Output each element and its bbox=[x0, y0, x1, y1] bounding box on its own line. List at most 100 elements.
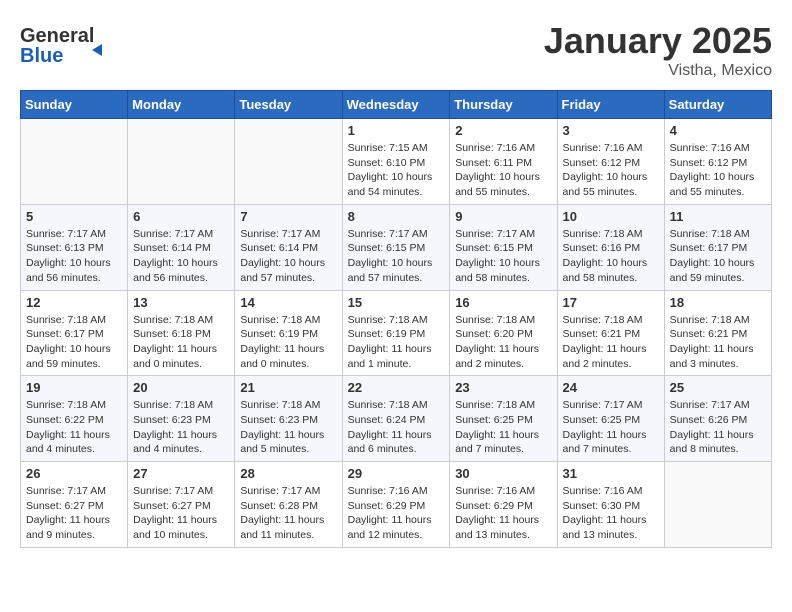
day-number: 6 bbox=[133, 209, 229, 224]
calendar-cell bbox=[664, 462, 771, 548]
calendar-cell: 2Sunrise: 7:16 AMSunset: 6:11 PMDaylight… bbox=[450, 119, 557, 205]
day-info: Sunrise: 7:18 AMSunset: 6:25 PMDaylight:… bbox=[455, 398, 551, 457]
calendar-cell: 7Sunrise: 7:17 AMSunset: 6:14 PMDaylight… bbox=[235, 204, 342, 290]
calendar-header-sunday: Sunday bbox=[21, 91, 128, 119]
day-number: 12 bbox=[26, 295, 122, 310]
calendar-cell: 13Sunrise: 7:18 AMSunset: 6:18 PMDayligh… bbox=[128, 290, 235, 376]
day-number: 30 bbox=[455, 466, 551, 481]
day-number: 11 bbox=[670, 209, 766, 224]
day-info: Sunrise: 7:18 AMSunset: 6:23 PMDaylight:… bbox=[240, 398, 336, 457]
calendar-week-row: 5Sunrise: 7:17 AMSunset: 6:13 PMDaylight… bbox=[21, 204, 772, 290]
calendar-cell: 19Sunrise: 7:18 AMSunset: 6:22 PMDayligh… bbox=[21, 376, 128, 462]
day-info: Sunrise: 7:18 AMSunset: 6:18 PMDaylight:… bbox=[133, 313, 229, 372]
location-subtitle: Vistha, Mexico bbox=[544, 62, 772, 80]
calendar-cell: 14 Sunrise: 7:18 AMSunset: 6:19 PMDayligh… bbox=[235, 290, 342, 376]
day-info: Sunrise: 7:18 AMSunset: 6:23 PMDaylight:… bbox=[133, 398, 229, 457]
calendar-cell: 10Sunrise: 7:18 AMSunset: 6:16 PMDayligh… bbox=[557, 204, 664, 290]
calendar-cell: 15 Sunrise: 7:18 AMSunset: 6:19 PMDayligh… bbox=[342, 290, 450, 376]
day-info: Sunrise: 7:18 AMSunset: 6:21 PMDaylight:… bbox=[670, 313, 766, 372]
day-info: Sunrise: 7:16 AMSunset: 6:12 PMDaylight:… bbox=[670, 141, 766, 200]
calendar-cell: 23 Sunrise: 7:18 AMSunset: 6:25 PMDayligh… bbox=[450, 376, 557, 462]
day-info: Sunrise: 7:16 AMSunset: 6:11 PMDaylight:… bbox=[455, 141, 551, 200]
calendar-cell: 3Sunrise: 7:16 AMSunset: 6:12 PMDaylight… bbox=[557, 119, 664, 205]
day-info: Sunrise: 7:17 AMSunset: 6:14 PMDaylight:… bbox=[240, 227, 336, 286]
calendar-header-tuesday: Tuesday bbox=[235, 91, 342, 119]
page-header: General Blue January 2025 Vistha, Mexico bbox=[20, 20, 772, 80]
calendar-header-saturday: Saturday bbox=[664, 91, 771, 119]
day-number: 18 bbox=[670, 295, 766, 310]
day-number: 3 bbox=[563, 123, 659, 138]
calendar-cell: 12Sunrise: 7:18 AMSunset: 6:17 PMDayligh… bbox=[21, 290, 128, 376]
day-number: 28 bbox=[240, 466, 336, 481]
logo: General Blue bbox=[20, 20, 110, 70]
calendar-cell: 1Sunrise: 7:15 AMSunset: 6:10 PMDaylight… bbox=[342, 119, 450, 205]
calendar-table: SundayMondayTuesdayWednesdayThursdayFrid… bbox=[20, 90, 772, 548]
day-number: 14 bbox=[240, 295, 336, 310]
svg-text:General: General bbox=[20, 25, 94, 47]
calendar-cell: 8 Sunrise: 7:17 AMSunset: 6:15 PMDaylight… bbox=[342, 204, 450, 290]
day-info: Sunrise: 7:18 AMSunset: 6:17 PMDaylight:… bbox=[670, 227, 766, 286]
calendar-cell: 18 Sunrise: 7:18 AMSunset: 6:21 PMDayligh… bbox=[664, 290, 771, 376]
calendar-cell: 17 Sunrise: 7:18 AMSunset: 6:21 PMDayligh… bbox=[557, 290, 664, 376]
calendar-week-row: 26Sunrise: 7:17 AMSunset: 6:27 PMDayligh… bbox=[21, 462, 772, 548]
day-info: Sunrise: 7:17 AMSunset: 6:15 PMDaylight:… bbox=[455, 227, 551, 286]
day-info: Sunrise: 7:16 AMSunset: 6:29 PMDaylight:… bbox=[348, 484, 445, 543]
day-number: 10 bbox=[563, 209, 659, 224]
calendar-cell: 6 Sunrise: 7:17 AMSunset: 6:14 PMDaylight… bbox=[128, 204, 235, 290]
day-info: Sunrise: 7:17 AMSunset: 6:27 PMDaylight:… bbox=[133, 484, 229, 543]
calendar-cell bbox=[128, 119, 235, 205]
day-number: 16 bbox=[455, 295, 551, 310]
calendar-cell: 24 Sunrise: 7:17 AMSunset: 6:25 PMDayligh… bbox=[557, 376, 664, 462]
calendar-cell: 29 Sunrise: 7:16 AMSunset: 6:29 PMDayligh… bbox=[342, 462, 450, 548]
day-number: 20 bbox=[133, 380, 229, 395]
day-number: 31 bbox=[563, 466, 659, 481]
day-number: 9 bbox=[455, 209, 551, 224]
title-area: January 2025 Vistha, Mexico bbox=[544, 20, 772, 80]
day-number: 22 bbox=[348, 380, 445, 395]
calendar-cell: 5Sunrise: 7:17 AMSunset: 6:13 PMDaylight… bbox=[21, 204, 128, 290]
day-number: 15 bbox=[348, 295, 445, 310]
day-info: Sunrise: 7:17 AMSunset: 6:14 PMDaylight:… bbox=[133, 227, 229, 286]
day-info: Sunrise: 7:17 AMSunset: 6:26 PMDaylight:… bbox=[670, 398, 766, 457]
calendar-cell: 25 Sunrise: 7:17 AMSunset: 6:26 PMDayligh… bbox=[664, 376, 771, 462]
day-number: 4 bbox=[670, 123, 766, 138]
calendar-cell: 22 Sunrise: 7:18 AMSunset: 6:24 PMDayligh… bbox=[342, 376, 450, 462]
logo-icon: General Blue bbox=[20, 20, 110, 70]
calendar-cell: 28 Sunrise: 7:17 AMSunset: 6:28 PMDayligh… bbox=[235, 462, 342, 548]
day-number: 21 bbox=[240, 380, 336, 395]
calendar-cell: 9 Sunrise: 7:17 AMSunset: 6:15 PMDaylight… bbox=[450, 204, 557, 290]
day-number: 29 bbox=[348, 466, 445, 481]
day-info: Sunrise: 7:17 AMSunset: 6:27 PMDaylight:… bbox=[26, 484, 122, 543]
calendar-cell: 30 Sunrise: 7:16 AMSunset: 6:29 PMDayligh… bbox=[450, 462, 557, 548]
day-info: Sunrise: 7:17 AMSunset: 6:25 PMDaylight:… bbox=[563, 398, 659, 457]
day-number: 23 bbox=[455, 380, 551, 395]
day-number: 27 bbox=[133, 466, 229, 481]
day-info: Sunrise: 7:18 AMSunset: 6:19 PMDaylight:… bbox=[240, 313, 336, 372]
day-number: 17 bbox=[563, 295, 659, 310]
calendar-week-row: 19Sunrise: 7:18 AMSunset: 6:22 PMDayligh… bbox=[21, 376, 772, 462]
calendar-header-row: SundayMondayTuesdayWednesdayThursdayFrid… bbox=[21, 91, 772, 119]
calendar-cell: 21 Sunrise: 7:18 AMSunset: 6:23 PMDayligh… bbox=[235, 376, 342, 462]
calendar-cell: 4 Sunrise: 7:16 AMSunset: 6:12 PMDaylight… bbox=[664, 119, 771, 205]
day-info: Sunrise: 7:18 AMSunset: 6:21 PMDaylight:… bbox=[563, 313, 659, 372]
calendar-week-row: 12Sunrise: 7:18 AMSunset: 6:17 PMDayligh… bbox=[21, 290, 772, 376]
calendar-header-wednesday: Wednesday bbox=[342, 91, 450, 119]
day-number: 8 bbox=[348, 209, 445, 224]
day-info: Sunrise: 7:18 AMSunset: 6:20 PMDaylight:… bbox=[455, 313, 551, 372]
calendar-cell: 31Sunrise: 7:16 AMSunset: 6:30 PMDayligh… bbox=[557, 462, 664, 548]
day-number: 25 bbox=[670, 380, 766, 395]
calendar-cell: 11 Sunrise: 7:18 AMSunset: 6:17 PMDayligh… bbox=[664, 204, 771, 290]
calendar-cell: 27 Sunrise: 7:17 AMSunset: 6:27 PMDayligh… bbox=[128, 462, 235, 548]
day-number: 24 bbox=[563, 380, 659, 395]
day-number: 5 bbox=[26, 209, 122, 224]
day-info: Sunrise: 7:17 AMSunset: 6:15 PMDaylight:… bbox=[348, 227, 445, 286]
day-info: Sunrise: 7:18 AMSunset: 6:19 PMDaylight:… bbox=[348, 313, 445, 372]
calendar-cell: 20 Sunrise: 7:18 AMSunset: 6:23 PMDayligh… bbox=[128, 376, 235, 462]
day-info: Sunrise: 7:16 AMSunset: 6:29 PMDaylight:… bbox=[455, 484, 551, 543]
svg-text:Blue: Blue bbox=[20, 45, 63, 67]
day-info: Sunrise: 7:15 AMSunset: 6:10 PMDaylight:… bbox=[348, 141, 445, 200]
calendar-cell: 26Sunrise: 7:17 AMSunset: 6:27 PMDayligh… bbox=[21, 462, 128, 548]
day-info: Sunrise: 7:18 AMSunset: 6:22 PMDaylight:… bbox=[26, 398, 122, 457]
day-info: Sunrise: 7:18 AMSunset: 6:24 PMDaylight:… bbox=[348, 398, 445, 457]
day-info: Sunrise: 7:17 AMSunset: 6:28 PMDaylight:… bbox=[240, 484, 336, 543]
